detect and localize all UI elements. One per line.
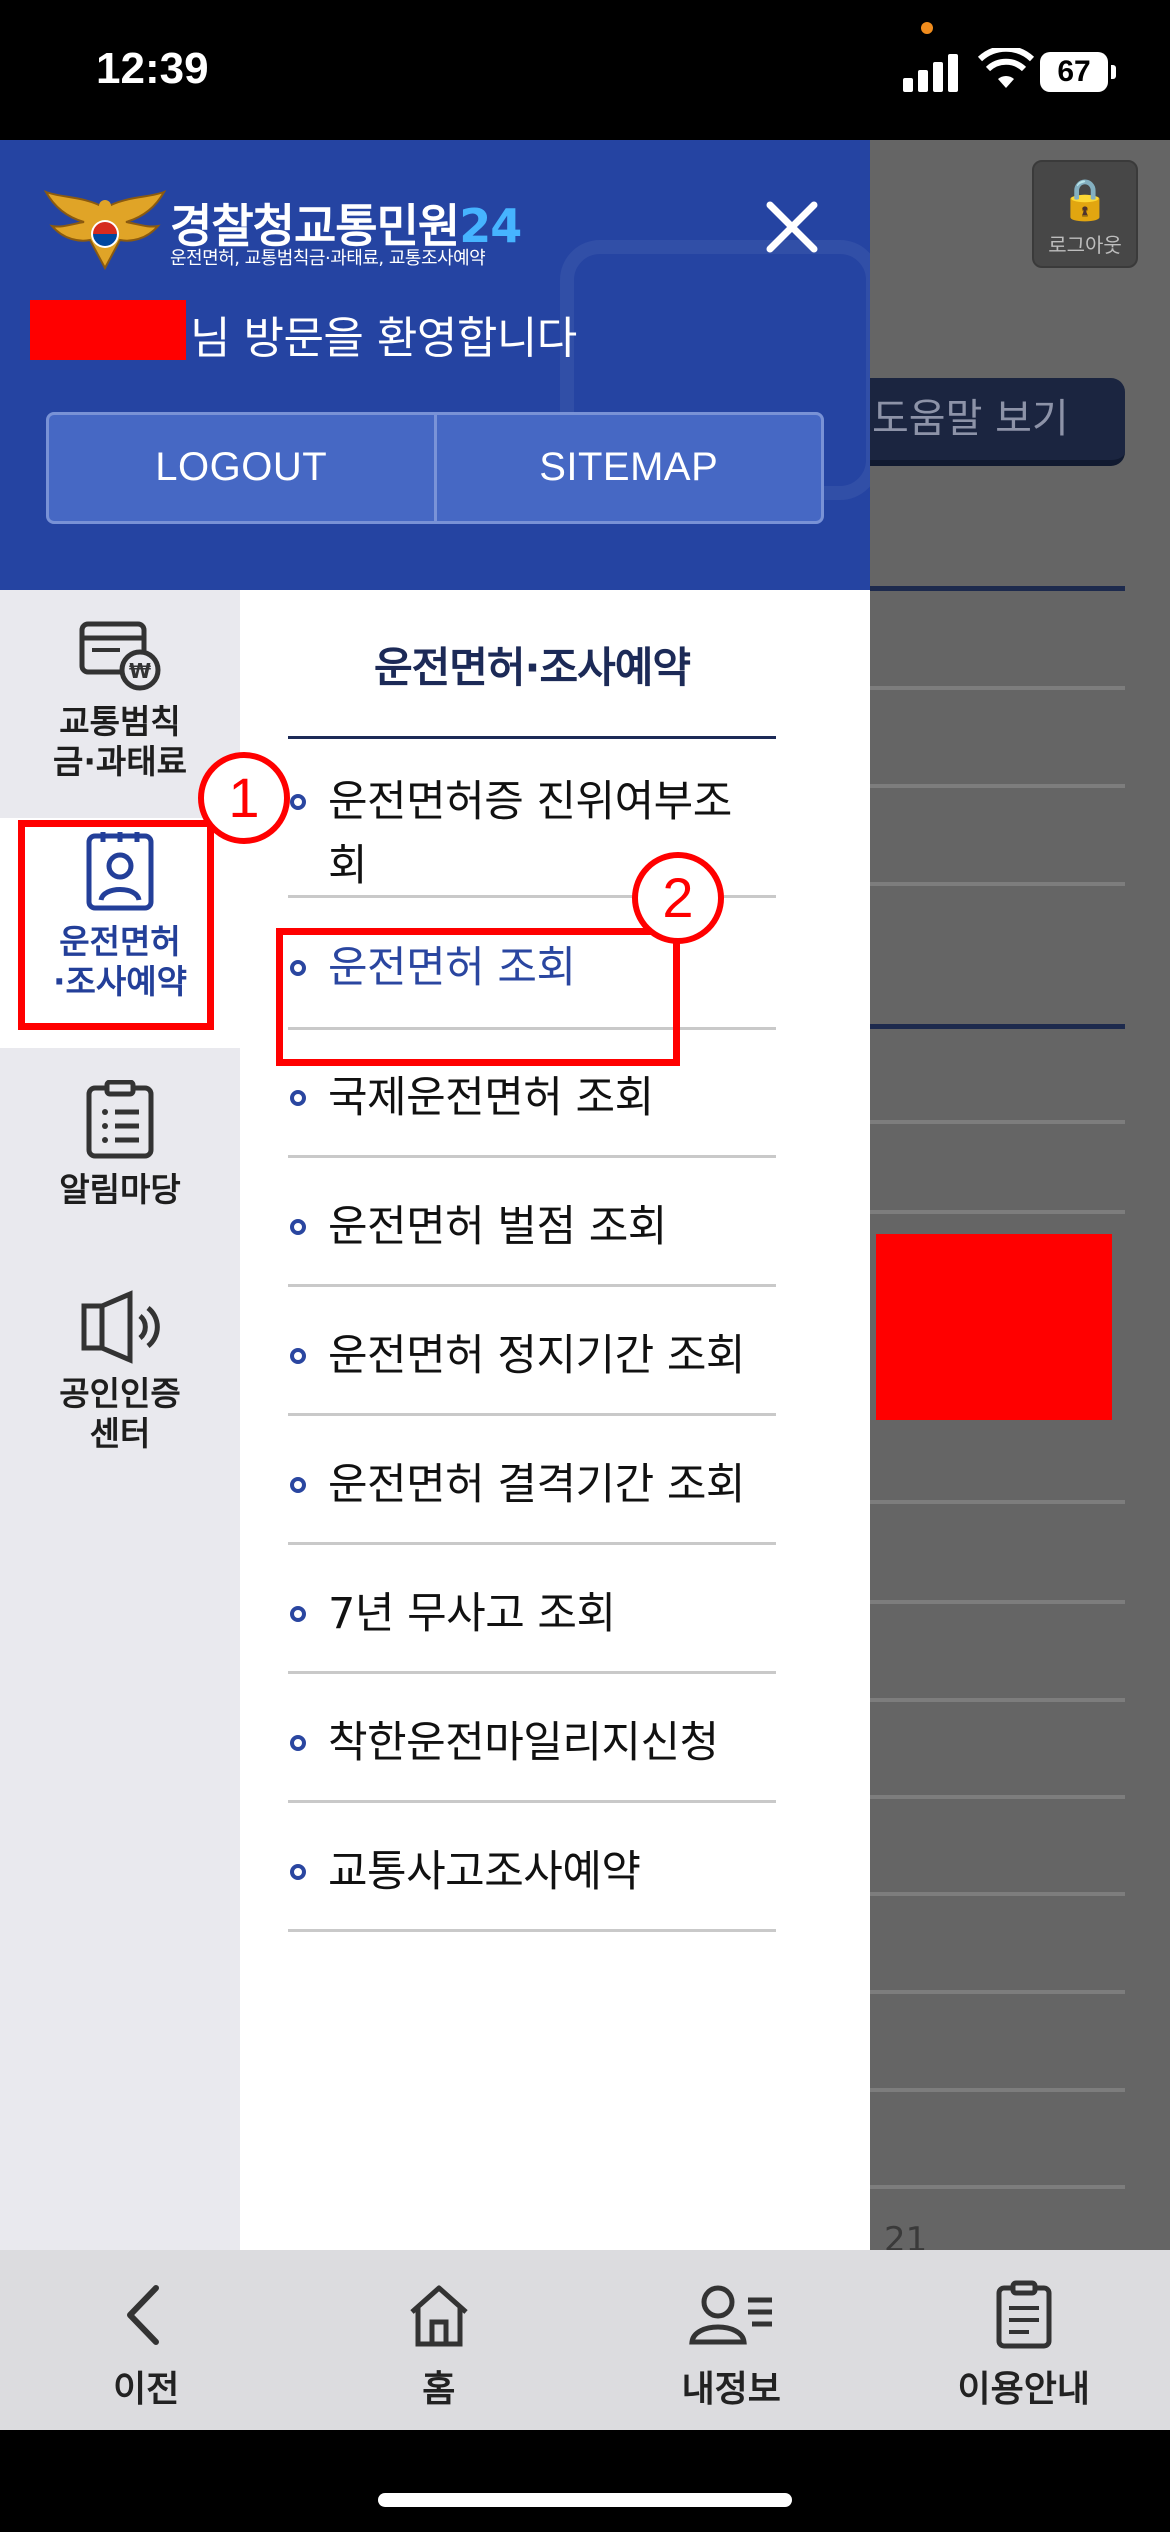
nav-home-button[interactable]: 홈: [293, 2250, 586, 2430]
background-partial-text: 21: [884, 2220, 928, 2250]
signal-icon: [903, 52, 963, 92]
divider: [870, 1024, 1125, 1029]
back-chevron-icon: [127, 2285, 160, 2345]
home-icon: [410, 2285, 468, 2347]
submenu-item-suspension-period[interactable]: 운전면허 정지기간 조회: [288, 1306, 776, 1416]
category-notice[interactable]: 알림마당: [0, 1080, 240, 1230]
header-button-group: LOGOUT SITEMAP: [46, 412, 824, 524]
submenu-item-accident-free[interactable]: 7년 무사고 조회: [288, 1564, 776, 1674]
category-certificate-center[interactable]: 공인인증 센터: [0, 1290, 240, 1480]
privacy-indicator-dot: [921, 22, 933, 34]
bullet-icon: [290, 1090, 306, 1106]
divider: [870, 2088, 1125, 2092]
submenu-item-penalty-points[interactable]: 운전면허 벌점 조회: [288, 1177, 776, 1287]
home-indicator-area: [0, 2430, 1170, 2532]
category-label: 알림마당: [59, 1170, 181, 1209]
submenu-item-label: 운전면허 정지기간 조회: [328, 1331, 745, 1381]
category-label: 센터: [89, 1414, 151, 1453]
bottom-navigation: 이전 홈 내정보 이용안내: [0, 2250, 1170, 2430]
submenu-item-label: 국제운전면허 조회: [328, 1073, 654, 1123]
bullet-icon: [290, 1219, 306, 1235]
submenu-item-label: 운전면허증 진위여부조: [328, 777, 732, 827]
app-logo-subtitle: 운전면허, 교통범칙금·과태료, 교통조사예약: [170, 248, 486, 269]
side-drawer-menu: 경찰청교통민원24 운전면허, 교통범칙금·과태료, 교통조사예약 님 방문을 …: [0, 140, 870, 2250]
divider: [870, 1210, 1125, 1214]
wifi-icon: [978, 48, 1034, 88]
svg-text:₩: ₩: [129, 659, 151, 683]
redacted-area: [876, 1234, 1112, 1420]
guide-clipboard-icon: [996, 2280, 1052, 2349]
fine-card-icon: ₩: [79, 621, 161, 691]
lock-icon: 🔒: [1060, 177, 1110, 223]
redacted-username: [30, 300, 186, 360]
background-logout-button: 🔒 로그아웃: [1032, 160, 1138, 268]
submenu-item-safe-driving-mileage[interactable]: 착한운전마일리지신청: [288, 1693, 776, 1803]
home-indicator[interactable]: [378, 2493, 792, 2507]
submenu-item-label: 교통사고조사예약: [328, 1847, 641, 1897]
divider: [870, 686, 1125, 690]
nav-label: 내정보: [681, 2369, 781, 2410]
user-info-icon: [689, 2285, 773, 2345]
annotation-highlight-menu-item: [276, 928, 680, 1066]
submenu-item-disqualification-period[interactable]: 운전면허 결격기간 조회: [288, 1435, 776, 1545]
nav-label: 홈: [422, 2369, 456, 2410]
submenu-item-label: 운전면허 결격기간 조회: [328, 1460, 745, 1510]
category-label: 공인인증: [59, 1374, 181, 1413]
status-bar: 12:39 67: [0, 0, 1170, 140]
nav-myinfo-button[interactable]: 내정보: [585, 2250, 878, 2430]
status-time: 12:39: [96, 44, 209, 93]
divider: [870, 2185, 1125, 2189]
nav-label: 이전: [113, 2369, 180, 2410]
bullet-icon: [290, 1606, 306, 1622]
divider: [870, 1892, 1125, 1896]
bullet-icon: [290, 1477, 306, 1493]
submenu-title: 운전면허·조사예약: [373, 643, 691, 692]
bullet-icon: [290, 1735, 306, 1751]
speaker-icon: [81, 1290, 160, 1364]
submenu-item-label: 운전면허 벌점 조회: [328, 1202, 667, 1252]
annotation-step-1: 1: [198, 752, 290, 844]
divider: [870, 586, 1125, 591]
annotation-step-2: 2: [632, 852, 724, 944]
nav-guide-button[interactable]: 이용안내: [878, 2250, 1170, 2430]
annotation-highlight-category: [18, 820, 214, 1030]
bullet-icon: [290, 1348, 306, 1364]
nav-back-button[interactable]: 이전: [0, 2250, 293, 2430]
divider: [870, 1990, 1125, 1994]
clipboard-list-icon: [86, 1080, 154, 1159]
welcome-message: 님 방문을 환영합니다: [190, 313, 577, 364]
submenu-item-accident-investigation[interactable]: 교통사고조사예약: [288, 1822, 776, 1932]
divider: [870, 882, 1125, 886]
logout-button[interactable]: LOGOUT: [49, 415, 434, 521]
divider: [870, 1500, 1125, 1504]
divider: [870, 784, 1125, 788]
divider: [870, 1600, 1125, 1604]
sitemap-button[interactable]: SITEMAP: [433, 415, 822, 521]
police-emblem-icon: [44, 190, 166, 271]
category-label: 교통범칙: [59, 702, 181, 741]
bullet-icon: [290, 1864, 306, 1880]
drawer-header: 경찰청교통민원24 운전면허, 교통범칙금·과태료, 교통조사예약 님 방문을 …: [0, 140, 870, 590]
bullet-icon: [290, 794, 306, 810]
background-help-button: 도움말 보기: [870, 378, 1125, 466]
background-page-overlay[interactable]: 🔒 로그아웃 도움말 보기 21: [870, 140, 1170, 2250]
nav-label: 이용안내: [957, 2369, 1090, 2410]
submenu-item-label: 착한운전마일리지신청: [328, 1718, 719, 1768]
background-logout-label: 로그아웃: [1048, 233, 1122, 257]
divider: [870, 1795, 1125, 1799]
submenu-item-label: 7년 무사고 조회: [328, 1589, 616, 1639]
submenu-panel: 운전면허·조사예약 운전면허증 진위여부조 회 운전면허 조회 국제운전면허 조…: [240, 590, 870, 2250]
battery-icon: 67: [1040, 52, 1116, 92]
divider: [870, 1698, 1125, 1702]
close-icon[interactable]: [760, 195, 824, 259]
divider: [870, 1120, 1125, 1124]
divider: [288, 736, 776, 739]
